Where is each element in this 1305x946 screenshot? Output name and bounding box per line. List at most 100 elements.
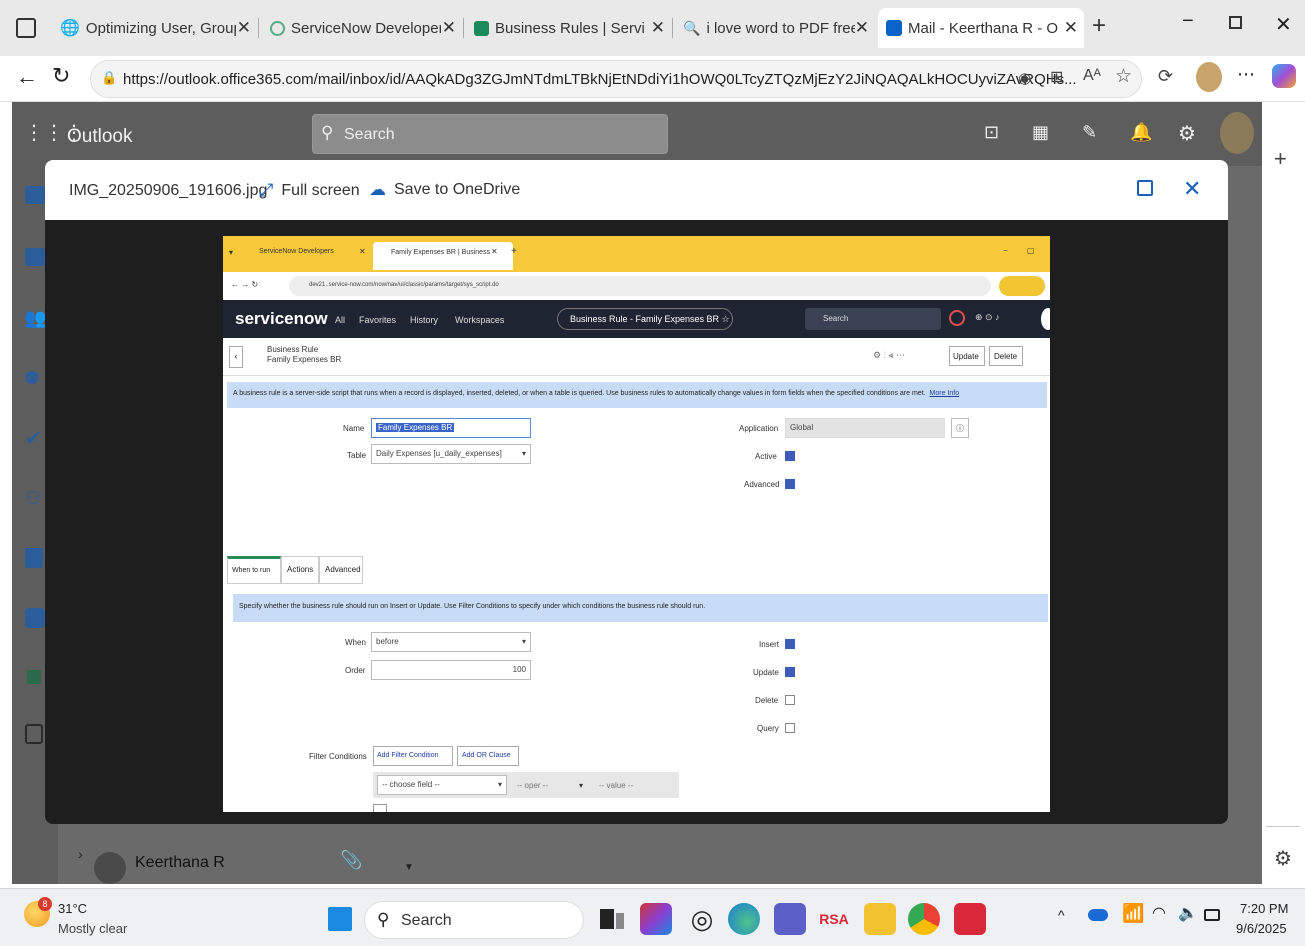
mail-icon[interactable] xyxy=(25,186,45,204)
query-checkbox[interactable] xyxy=(785,723,795,733)
nav-workspaces[interactable]: Workspaces xyxy=(455,315,504,325)
more-options-icon[interactable]: ⋯ xyxy=(1237,64,1255,85)
copilot-icon[interactable] xyxy=(1272,64,1296,88)
close-window-icon[interactable]: ✕ xyxy=(1275,12,1292,37)
volume-icon[interactable]: 🔈 xyxy=(1178,903,1198,923)
extensions-icon[interactable]: ⟳ xyxy=(1158,66,1173,87)
add-panel-icon[interactable]: + xyxy=(1274,146,1287,172)
windows-start-icon[interactable] xyxy=(328,907,352,931)
refresh-icon[interactable]: ↻ xyxy=(52,63,70,89)
add-filter-condition-button[interactable]: Add Filter Condition xyxy=(373,746,453,766)
read-aloud-icon[interactable]: Aᴬ xyxy=(1083,67,1101,85)
clock-date[interactable]: 9/6/2025 xyxy=(1236,921,1287,936)
favorite-star-icon[interactable]: ☆ xyxy=(1115,65,1132,88)
browser-tab-strip: 🌐 Optimizing User, Group, ar ✕ ServiceNo… xyxy=(0,0,1305,56)
onedrive-icon[interactable] xyxy=(1088,909,1108,921)
chrome-icon[interactable] xyxy=(908,903,940,935)
insert-checkbox[interactable] xyxy=(785,639,795,649)
close-tab-icon[interactable]: ✕ xyxy=(855,18,875,38)
tab-actions[interactable]: Actions xyxy=(281,556,319,584)
app-available-icon[interactable]: ⊞ xyxy=(1050,67,1063,87)
tab-advanced[interactable]: Advanced xyxy=(319,556,363,584)
minimize-icon[interactable]: − xyxy=(1182,10,1194,33)
todo-check-icon[interactable]: ✔ xyxy=(25,426,42,451)
temperature[interactable]: 31°C xyxy=(58,901,87,916)
people-icon[interactable]: 👥 xyxy=(24,308,46,329)
tab-actions-icon[interactable] xyxy=(16,18,36,38)
profile-avatar[interactable] xyxy=(1196,62,1222,92)
close-tab-icon[interactable]: ✕ xyxy=(651,18,671,38)
advanced-checkbox[interactable] xyxy=(785,479,795,489)
reading-view-icon[interactable]: ◉ xyxy=(1018,69,1031,87)
notifications-bell-icon[interactable]: 🔔 xyxy=(1130,122,1152,143)
task-view-icon[interactable] xyxy=(596,903,628,935)
open-in-new-window-icon[interactable] xyxy=(1137,180,1153,196)
account-avatar[interactable] xyxy=(1220,112,1254,154)
viewer-toolbar: IMG_20250906_191606.jpg ⤢ Full screen ☁ … xyxy=(45,160,1228,220)
new-tab-icon[interactable]: + xyxy=(1092,12,1106,40)
more-apps-icon[interactable] xyxy=(25,724,43,744)
teams-icon[interactable]: ▦ xyxy=(1032,122,1049,143)
my-day-icon[interactable]: ✎ xyxy=(1082,122,1097,143)
bookings-icon[interactable] xyxy=(25,608,45,628)
tab-when-to-run[interactable]: When to run xyxy=(227,556,281,584)
name-field[interactable]: Family Expenses BR xyxy=(371,418,531,438)
servicenow-search[interactable]: Search xyxy=(805,308,941,330)
delete-checkbox[interactable] xyxy=(785,695,795,705)
close-tab-icon[interactable]: ✕ xyxy=(237,18,257,38)
microsoft-365-icon[interactable] xyxy=(640,903,672,935)
calendar-icon[interactable] xyxy=(25,248,45,266)
clock-time[interactable]: 7:20 PM xyxy=(1240,901,1288,916)
taskbar-search[interactable]: ⚲ Search xyxy=(364,901,584,939)
save-to-onedrive-button[interactable]: ☁ Save to OneDrive xyxy=(369,180,520,200)
show-hidden-icons-chevron[interactable]: ^ xyxy=(1058,907,1065,923)
browser-tab-1[interactable]: 🌐 Optimizing User, Group, ar ✕ xyxy=(52,8,257,48)
battery-icon[interactable] xyxy=(1204,909,1220,921)
close-tab-icon[interactable]: ✕ xyxy=(442,18,462,38)
expand-chevron-icon[interactable]: › xyxy=(78,846,83,862)
close-tab-icon[interactable]: ✕ xyxy=(1064,18,1084,38)
weather-condition[interactable]: Mostly clear xyxy=(58,921,127,936)
nav-history[interactable]: History xyxy=(410,315,438,325)
meet-now-icon[interactable]: ⊡ xyxy=(984,122,999,143)
browser-tab-5-active[interactable]: Mail - Keerthana R - Outlo ✕ xyxy=(878,8,1084,48)
url-field[interactable]: 🔒 https://outlook.office365.com/mail/inb… xyxy=(90,60,1142,98)
choose-field-select[interactable]: -- choose field -- ▾ xyxy=(377,775,507,795)
nav-all[interactable]: All xyxy=(335,315,345,325)
active-checkbox[interactable] xyxy=(785,451,795,461)
when-select[interactable]: before ▾ xyxy=(371,632,531,652)
application-field[interactable]: Global xyxy=(785,418,945,438)
snapshot-delete-button[interactable]: Delete xyxy=(989,346,1023,366)
back-icon[interactable]: ← xyxy=(16,64,38,90)
excel-icon[interactable] xyxy=(27,670,41,684)
groups-icon[interactable]: ⚉ xyxy=(24,368,40,389)
browser-tab-3[interactable]: Business Rules | ServiceNo ✕ xyxy=(466,8,671,48)
acrobat-icon[interactable] xyxy=(954,903,986,935)
close-viewer-icon[interactable]: ✕ xyxy=(1183,176,1201,202)
rsa-icon[interactable]: RSA xyxy=(818,903,850,935)
wifi-icon[interactable]: ◠ xyxy=(1152,903,1166,923)
restore-icon[interactable] xyxy=(1229,16,1242,29)
dropdown-arrow-icon[interactable]: ▼ xyxy=(404,862,414,873)
table-select[interactable]: Daily Expenses [u_daily_expenses] ▾ xyxy=(371,444,531,464)
globe-icon: 🌐 xyxy=(60,20,80,37)
nav-favorites[interactable]: Favorites xyxy=(359,315,396,325)
order-field[interactable]: 100 xyxy=(371,660,531,680)
browser-tab-2[interactable]: ServiceNow Developers ✕ xyxy=(262,8,462,48)
file-explorer-icon[interactable] xyxy=(864,903,896,935)
edge-browser-icon[interactable] xyxy=(728,903,760,935)
sidebar-settings-gear-icon[interactable]: ⚙ xyxy=(1274,846,1292,871)
settings-gear-icon[interactable]: ⚙ xyxy=(1178,121,1196,146)
browser-tab-4[interactable]: 🔍 i love word to PDF free - S ✕ xyxy=(675,8,875,48)
org-explorer-icon[interactable]: ⚇ xyxy=(25,488,41,509)
outlook-search-box[interactable]: ⚲ Search xyxy=(312,114,668,154)
add-or-clause-button[interactable]: Add OR Clause xyxy=(457,746,519,766)
network-icon[interactable]: 📶 xyxy=(1122,903,1144,924)
snapshot-update-button[interactable]: Update xyxy=(949,346,985,366)
teams-taskbar-icon[interactable] xyxy=(774,903,806,935)
files-icon[interactable] xyxy=(25,548,43,568)
copilot-taskbar-icon[interactable]: ◎ xyxy=(686,903,718,935)
update-checkbox[interactable] xyxy=(785,667,795,677)
full-screen-button[interactable]: ⤢ Full screen xyxy=(259,180,360,201)
sender-name[interactable]: Keerthana R xyxy=(135,854,225,872)
